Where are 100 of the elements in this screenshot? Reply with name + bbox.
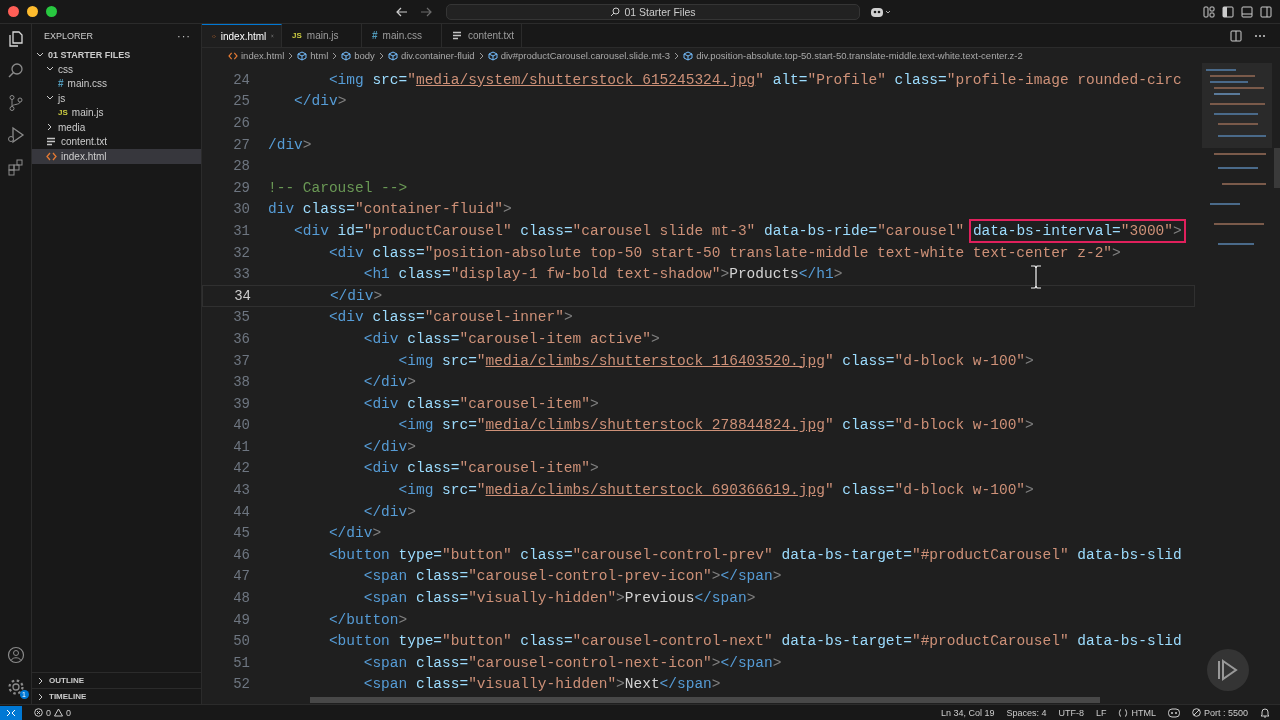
more-icon[interactable] <box>1254 33 1266 38</box>
search-icon[interactable] <box>6 62 25 80</box>
code-line: <div id="productCarousel" class="carousel slide mt-3" data-bs-ride="carousel" data-bs-interval="3000"> <box>268 222 1182 239</box>
breadcrumb-item[interactable]: body <box>341 50 375 61</box>
broadcast-icon <box>1191 708 1201 717</box>
chevron-icon <box>46 123 54 132</box>
code-line: <div class="carousel-item"> <box>362 460 599 477</box>
editor-tab[interactable]: index.html <box>202 24 282 47</box>
tree-item[interactable]: media <box>32 120 201 135</box>
line-number: 45 <box>232 525 250 542</box>
cube-icon <box>297 50 308 61</box>
code-line: <div class="carousel-item"> <box>362 395 599 412</box>
cube-icon <box>683 50 694 61</box>
line-number: 44 <box>232 503 250 520</box>
split-editor-icon[interactable] <box>1230 29 1242 42</box>
breadcrumb-item[interactable]: div.position-absolute.top-50.start-50.translate-middle.text-white.text-center.z-2 <box>683 50 1023 61</box>
line-number: 25 <box>232 93 250 110</box>
status-item[interactable]: Spaces: 4 <box>1006 707 1047 718</box>
code-line: div class="container-fluid"> <box>268 201 512 218</box>
tree-item[interactable]: # main.css <box>32 76 201 91</box>
cube-icon <box>487 50 498 61</box>
status-item[interactable]: LF <box>1095 707 1107 718</box>
line-number: 36 <box>232 330 250 347</box>
line-number: 42 <box>232 460 250 477</box>
chevron-icon <box>332 51 338 60</box>
cube-icon <box>341 50 352 61</box>
code-line: <span class="visually-hidden">Previous</span> <box>362 590 756 607</box>
line-number: 32 <box>232 244 250 261</box>
status-item[interactable]: UTF-8 <box>1058 707 1084 718</box>
file-type-icon: JS <box>292 31 302 40</box>
code-icon <box>228 51 238 60</box>
status-item[interactable]: Ln 34, Col 19 <box>940 707 995 718</box>
run-icon[interactable] <box>6 126 25 144</box>
bell-icon[interactable] <box>1260 707 1270 718</box>
play-icon[interactable] <box>1206 648 1250 692</box>
panel-toggle-icon[interactable] <box>1241 5 1253 18</box>
close-button[interactable] <box>8 6 19 17</box>
back-arrow-icon[interactable] <box>396 6 408 17</box>
code-line: <img src="media/climbs/shutterstock_690366619.jpg" class="d-block w-100"> <box>397 482 1034 499</box>
tree-item[interactable]: js <box>32 91 201 106</box>
chevron-icon <box>378 51 384 60</box>
extensions-icon[interactable] <box>6 158 25 176</box>
code-line: </div> <box>293 93 347 110</box>
forward-arrow-icon[interactable] <box>420 6 432 17</box>
account-icon[interactable] <box>6 646 25 664</box>
line-number: 28 <box>232 158 250 175</box>
panel-header[interactable]: OUTLINE <box>32 672 201 688</box>
code-line: <img src="media/climbs/shutterstock_278844824.jpg" class="d-block w-100"> <box>397 417 1034 434</box>
copilot-icon[interactable] <box>1167 707 1180 718</box>
line-number: 30 <box>232 201 250 218</box>
file-type-icon: # <box>372 30 378 41</box>
line-number: 37 <box>232 352 250 369</box>
tree-item[interactable]: css <box>32 62 201 77</box>
explorer-icon[interactable] <box>6 30 25 48</box>
editor-tab[interactable]: content.txt <box>442 24 522 47</box>
editor-tab[interactable]: # main.css <box>362 24 442 47</box>
settings-icon[interactable] <box>6 678 25 696</box>
copilot-icon[interactable] <box>870 5 892 18</box>
folder-section-header[interactable]: 01 STARTER FILES <box>32 48 201 62</box>
code-line: <span class="carousel-control-next-icon"></span> <box>362 654 782 671</box>
lines-icon <box>46 137 57 147</box>
text-cursor-icon <box>1030 265 1042 289</box>
remote-icon[interactable] <box>0 705 22 720</box>
scrollbar[interactable] <box>310 697 1100 703</box>
line-number: 49 <box>232 611 250 628</box>
layout-icon[interactable] <box>1203 5 1215 18</box>
breadcrumb-item[interactable]: index.html <box>228 50 285 61</box>
line-number: 52 <box>232 676 250 693</box>
breadcrumb-item[interactable]: html <box>297 50 329 61</box>
cube-icon <box>387 50 398 61</box>
split-layout-icon[interactable] <box>1260 5 1272 18</box>
breadcrumb-item[interactable]: div.container-fluid <box>387 50 475 61</box>
line-number: 35 <box>232 309 250 326</box>
scrollbar[interactable] <box>1274 148 1280 188</box>
chevron-icon <box>288 51 294 60</box>
live-server-status[interactable]: Port : 5500 <box>1191 707 1248 718</box>
chevron-icon <box>478 51 484 60</box>
file-type-icon: JS <box>58 108 68 118</box>
line-number: 39 <box>232 395 250 412</box>
language-mode[interactable]: HTML <box>1118 707 1156 718</box>
more-actions-button[interactable]: ··· <box>177 30 191 42</box>
code-line: </div> <box>328 287 383 304</box>
sidebar-toggle-icon[interactable] <box>1222 5 1234 18</box>
warning-icon <box>54 708 63 717</box>
maximize-button[interactable] <box>46 6 57 17</box>
editor-tab[interactable]: JS main.js <box>282 24 362 47</box>
breadcrumb-item[interactable]: div#productCarousel.carousel.slide.mt-3 <box>487 50 671 61</box>
code-line: <button type="button" class="carousel-control-prev" data-bs-target="#productCarousel" data-bs-slid <box>327 546 1182 563</box>
tree-item[interactable]: content.txt <box>32 134 201 149</box>
search-field[interactable]: 01 Starter Files <box>446 3 860 20</box>
problems-status[interactable]: 0 0 <box>34 707 72 718</box>
tree-item[interactable]: JS main.js <box>32 105 201 120</box>
minimize-button[interactable] <box>27 6 38 17</box>
code-line: </div> <box>362 374 416 391</box>
line-number: 43 <box>232 482 250 499</box>
code-line: <img src="media/climbs/shutterstock_116403520.jpg" class="d-block w-100"> <box>397 352 1034 369</box>
line-number: 40 <box>232 417 250 434</box>
tree-item[interactable]: index.html <box>32 149 201 164</box>
code-line: </button> <box>327 611 408 628</box>
source-control-icon[interactable] <box>6 94 25 112</box>
